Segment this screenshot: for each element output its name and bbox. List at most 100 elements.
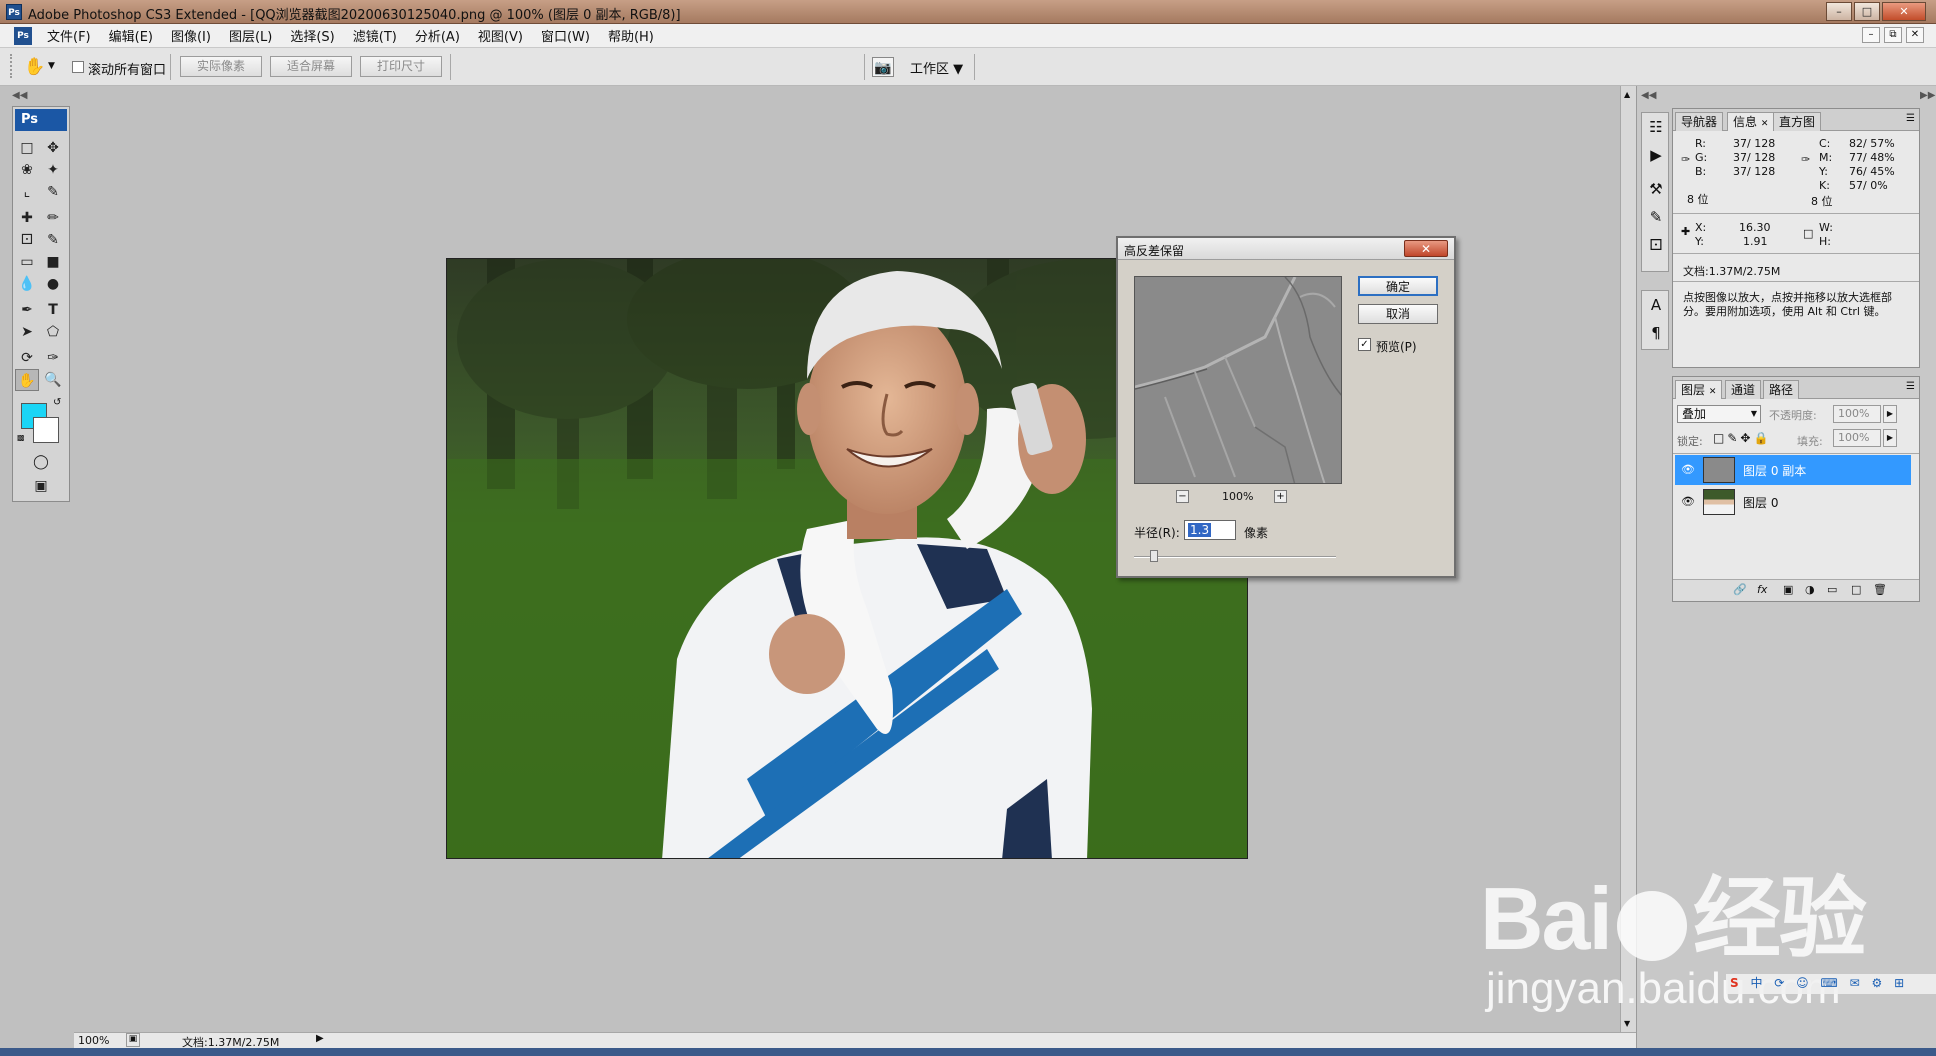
- default-colors-icon[interactable]: ▩: [17, 433, 25, 442]
- tab-paths[interactable]: 路径: [1763, 380, 1800, 399]
- dodge-tool-icon[interactable]: ●: [41, 273, 65, 295]
- doc-minimize-button[interactable]: –: [1862, 27, 1880, 43]
- brush-tool-icon[interactable]: ✏: [41, 207, 65, 229]
- menu-analysis[interactable]: 分析(A): [406, 26, 469, 45]
- layers-panel-menu-icon[interactable]: ☰: [1906, 381, 1915, 392]
- ok-button[interactable]: 确定: [1358, 276, 1438, 296]
- actions-panel-icon[interactable]: ▶: [1642, 141, 1670, 169]
- delete-layer-icon[interactable]: 🗑: [1873, 583, 1887, 596]
- marquee-tool-icon[interactable]: □: [15, 137, 39, 159]
- doc-restore-button[interactable]: ⧉: [1884, 27, 1902, 43]
- tab-close-icon[interactable]: ✕: [1761, 119, 1769, 129]
- panel-menu-icon[interactable]: ☰: [1906, 113, 1915, 124]
- quick-mask-icon[interactable]: ◯: [29, 451, 53, 473]
- zoom-out-button[interactable]: −: [1176, 490, 1189, 503]
- layer-row-copy[interactable]: 👁 图层 0 副本: [1675, 455, 1911, 485]
- print-size-button[interactable]: 打印尺寸: [360, 56, 442, 77]
- layer-visibility-eye-icon[interactable]: 👁: [1681, 463, 1695, 477]
- dialog-close-button[interactable]: ✕: [1404, 240, 1448, 257]
- eraser-tool-icon[interactable]: ▭: [15, 251, 39, 273]
- new-layer-icon[interactable]: □: [1851, 583, 1861, 596]
- dock-expand-icon[interactable]: ◀◀: [1641, 90, 1656, 101]
- ime-toolbar[interactable]: S 中 ⟳ ☺ ⌨ ✉ ⚙ ⊞: [1726, 974, 1936, 994]
- fill-slider-button[interactable]: ▶: [1883, 429, 1897, 447]
- opacity-input[interactable]: 100%: [1833, 405, 1881, 423]
- screen-mode-icon[interactable]: ▣: [29, 475, 53, 497]
- right-dock-collapse-icon[interactable]: ▶▶: [1920, 90, 1935, 101]
- type-tool-icon[interactable]: T: [41, 299, 65, 321]
- actual-pixels-button[interactable]: 实际像素: [180, 56, 262, 77]
- close-button[interactable]: ✕: [1882, 2, 1926, 21]
- fill-input[interactable]: 100%: [1833, 429, 1881, 447]
- magic-wand-tool-icon[interactable]: ✦: [41, 159, 65, 181]
- scroll-all-windows-checkbox[interactable]: [72, 61, 84, 73]
- tab-layers-close-icon[interactable]: ✕: [1709, 387, 1717, 397]
- scroll-up-icon[interactable]: ▲: [1624, 90, 1630, 99]
- preview-checkbox[interactable]: ✓: [1358, 338, 1371, 351]
- history-panel-icon[interactable]: ☷: [1642, 113, 1670, 141]
- clone-source-icon[interactable]: ⚀: [1642, 231, 1670, 259]
- hand-tool-preset-icon[interactable]: ✋: [24, 56, 46, 78]
- workspace-icon[interactable]: 📷: [872, 57, 894, 77]
- filter-preview[interactable]: [1134, 276, 1342, 484]
- crop-tool-icon[interactable]: ⌞: [15, 181, 39, 203]
- background-color-swatch[interactable]: [33, 417, 59, 443]
- gradient-tool-icon[interactable]: ■: [41, 251, 65, 273]
- menu-filter[interactable]: 滤镜(T): [344, 26, 406, 45]
- zoom-in-button[interactable]: +: [1274, 490, 1287, 503]
- preset-dropdown-icon[interactable]: ▼: [48, 61, 55, 71]
- tool-presets-icon[interactable]: ⚒: [1642, 175, 1670, 203]
- fit-screen-button[interactable]: 适合屏幕: [270, 56, 352, 77]
- cancel-button[interactable]: 取消: [1358, 304, 1438, 324]
- zoom-tool-icon[interactable]: 🔍: [41, 369, 65, 391]
- history-brush-tool-icon[interactable]: ✎: [41, 229, 65, 251]
- lock-icons[interactable]: □✎✥🔒: [1713, 431, 1771, 445]
- doc-close-button[interactable]: ✕: [1906, 27, 1924, 43]
- radius-input[interactable]: 1.3: [1184, 520, 1236, 540]
- layer-visibility-eye-icon[interactable]: 👁: [1681, 495, 1695, 509]
- tab-navigator[interactable]: 导航器: [1675, 112, 1724, 131]
- pen-tool-icon[interactable]: ✒: [15, 299, 39, 321]
- paragraph-panel-icon[interactable]: ¶: [1642, 319, 1670, 347]
- tab-channels[interactable]: 通道: [1725, 380, 1762, 399]
- clone-stamp-tool-icon[interactable]: ⚀: [15, 229, 39, 251]
- status-menu-icon[interactable]: ▣: [126, 1033, 140, 1047]
- eyedropper-icon[interactable]: ✑: [1681, 153, 1690, 166]
- hand-tool-icon[interactable]: ✋: [15, 369, 39, 391]
- slice-tool-icon[interactable]: ✎: [41, 181, 65, 203]
- status-zoom[interactable]: 100%: [78, 1034, 109, 1047]
- lasso-tool-icon[interactable]: ❀: [15, 159, 39, 181]
- workspace-menu[interactable]: 工作区 ▼: [910, 58, 963, 77]
- menu-file[interactable]: 文件(F): [38, 26, 100, 45]
- tab-layers[interactable]: 图层 ✕: [1675, 380, 1723, 399]
- menu-edit[interactable]: 编辑(E): [100, 26, 162, 45]
- blend-mode-select[interactable]: 叠加 ▼: [1677, 405, 1761, 423]
- menu-image[interactable]: 图像(I): [162, 26, 220, 45]
- menu-window[interactable]: 窗口(W): [532, 26, 599, 45]
- layer-style-icon[interactable]: fx: [1757, 583, 1767, 596]
- move-tool-icon[interactable]: ✥: [41, 137, 65, 159]
- eyedropper-tool-icon[interactable]: ✑: [41, 347, 65, 369]
- healing-brush-tool-icon[interactable]: ✚: [15, 207, 39, 229]
- character-panel-icon[interactable]: A: [1642, 291, 1670, 319]
- layer-row-base[interactable]: 👁 图层 0: [1675, 487, 1911, 517]
- menu-view[interactable]: 视图(V): [469, 26, 532, 45]
- menu-help[interactable]: 帮助(H): [599, 26, 663, 45]
- adjustment-layer-icon[interactable]: ◑: [1805, 583, 1815, 596]
- options-grip[interactable]: [10, 54, 14, 78]
- ime-icons[interactable]: 中 ⟳ ☺ ⌨ ✉ ⚙ ⊞: [1750, 976, 1908, 990]
- link-layers-icon[interactable]: 🔗: [1733, 583, 1747, 596]
- swap-colors-icon[interactable]: ↺: [53, 397, 61, 408]
- blur-tool-icon[interactable]: 💧: [15, 273, 39, 295]
- sogou-icon[interactable]: S: [1730, 976, 1743, 990]
- scroll-down-icon[interactable]: ▼: [1624, 1019, 1630, 1028]
- radius-slider-handle[interactable]: [1150, 550, 1158, 562]
- tab-histogram[interactable]: 直方图: [1773, 112, 1822, 131]
- 3d-rotate-tool-icon[interactable]: ⟳: [15, 347, 39, 369]
- tab-info[interactable]: 信息 ✕: [1727, 112, 1775, 131]
- opacity-slider-button[interactable]: ▶: [1883, 405, 1897, 423]
- layer-mask-icon[interactable]: ▣: [1783, 583, 1793, 596]
- path-selection-tool-icon[interactable]: ➤: [15, 321, 39, 343]
- eyedropper-cmyk-icon[interactable]: ✑: [1801, 153, 1810, 166]
- shape-tool-icon[interactable]: ⬠: [41, 321, 65, 343]
